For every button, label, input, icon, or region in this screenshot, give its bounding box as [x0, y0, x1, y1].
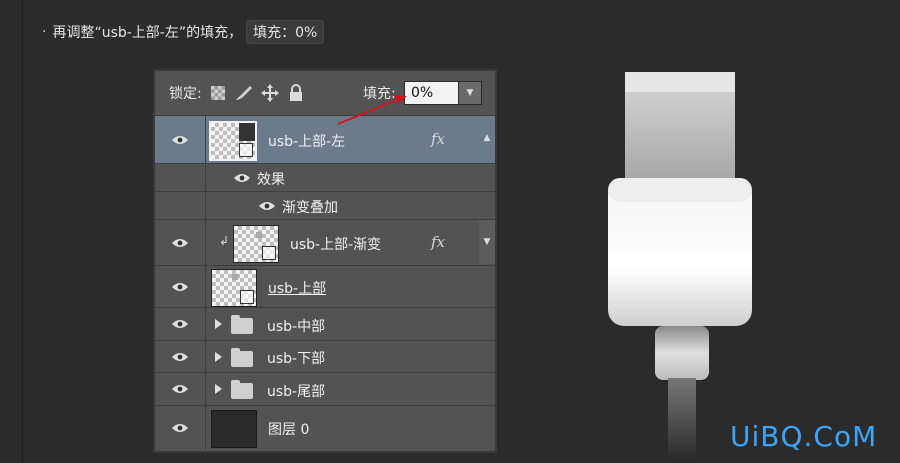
watermark: UiBQ.CoM: [730, 420, 878, 453]
usb-connector-illustration: [608, 72, 752, 460]
